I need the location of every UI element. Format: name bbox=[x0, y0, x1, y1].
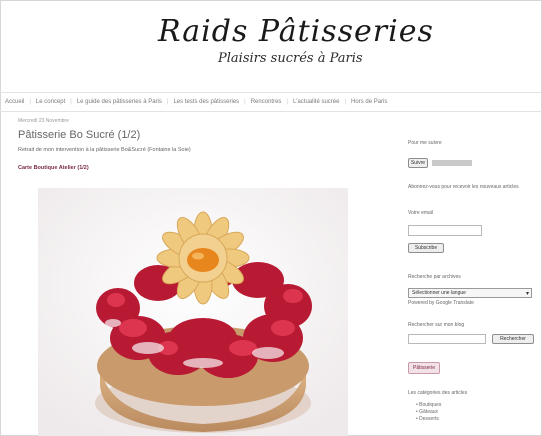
follow-title: Pour me suivre bbox=[408, 140, 442, 146]
search-button[interactable]: Rechercher bbox=[492, 334, 534, 344]
follow-widget-bar bbox=[432, 160, 472, 166]
post-date: Mercredi 23 Novembre bbox=[18, 118, 69, 124]
nav-item-actualite[interactable]: L'actualité sucrée bbox=[288, 99, 345, 105]
category-label: Desserts bbox=[419, 416, 439, 422]
site-title[interactable]: Raids Pâtisseries bbox=[158, 14, 434, 49]
list-item[interactable]: • Gâteaux bbox=[416, 409, 441, 416]
nav-item-guide[interactable]: Le guide des pâtisseries à Paris bbox=[72, 99, 167, 105]
pastry-illustration bbox=[38, 188, 348, 436]
list-item[interactable]: • Boutiques bbox=[416, 402, 441, 409]
archive-select[interactable]: Sélectionner une langue ▾ bbox=[408, 288, 532, 298]
search-title: Rechercher sur mon blog bbox=[408, 322, 465, 328]
categories-list: • Boutiques • Gâteaux • Desserts bbox=[416, 402, 441, 423]
follow-button[interactable]: Suivre bbox=[408, 158, 428, 168]
category-label: Gâteaux bbox=[419, 409, 439, 415]
chevron-down-icon: ▾ bbox=[525, 291, 529, 297]
post-title[interactable]: Pâtisserie Bo Sucré (1/2) bbox=[18, 129, 388, 141]
site-header: Raids Pâtisseries Plaisirs sucrés à Pari… bbox=[0, 0, 542, 90]
search-input[interactable] bbox=[408, 334, 486, 344]
email-label: Votre email bbox=[408, 210, 434, 216]
post-link[interactable]: Carte Boutique Atelier (1/2) bbox=[18, 165, 388, 171]
categories-title: Les catégories des articles bbox=[408, 390, 468, 396]
archive-title: Recherche par archives bbox=[408, 274, 461, 280]
category-label: Boutiques bbox=[419, 402, 442, 408]
nav-item-hors-paris[interactable]: Hors de Paris bbox=[346, 99, 392, 105]
subscribe-button[interactable]: Subscribe bbox=[408, 243, 444, 253]
pastry-photo bbox=[38, 188, 348, 436]
archive-select-value: Sélectionner une langue bbox=[412, 290, 466, 296]
nav-item-tests[interactable]: Les tests des pâtisseries bbox=[168, 99, 244, 105]
nav-item-concept[interactable]: Le concept bbox=[31, 99, 70, 105]
nav-item-rencontres[interactable]: Rencontres bbox=[246, 99, 287, 105]
list-item[interactable]: • Desserts bbox=[416, 416, 441, 423]
post-column: Mercredi 23 Novembre Pâtisserie Bo Sucré… bbox=[18, 118, 388, 171]
nav-item-accueil[interactable]: Accueil bbox=[0, 99, 29, 105]
translate-label: Powered by Google Translate bbox=[408, 300, 474, 306]
ad-banner[interactable]: Pâtisserie bbox=[408, 362, 440, 374]
main-nav: Accueil | Le concept | Le guide des pâti… bbox=[0, 92, 542, 112]
email-field[interactable] bbox=[408, 225, 482, 236]
site-tagline: Plaisirs sucrés à Paris bbox=[218, 51, 363, 66]
post-intro: Retrait de mon intervention à la pâtisse… bbox=[18, 147, 191, 153]
subscribe-text: Abonnez-vous pour recevoir les nouveaux … bbox=[408, 184, 519, 190]
